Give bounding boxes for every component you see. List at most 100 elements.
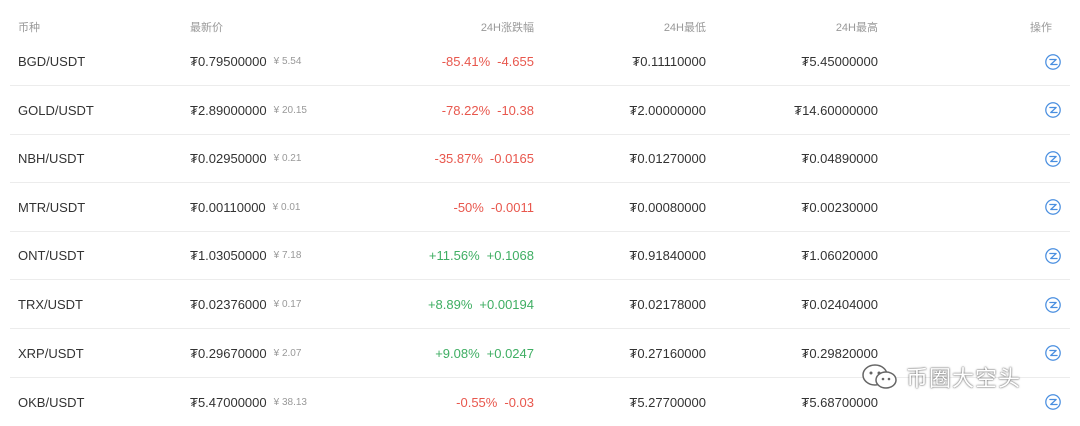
symbol-cell: XRP/USDT [18,330,84,377]
low-text: ₮5.27700000 [629,394,706,410]
change-pct-text: -78.22% [441,102,491,118]
low-text: ₮0.11110000 [632,54,706,69]
high-text: ₮14.60000000 [794,102,878,118]
table-row[interactable]: NBH/USDT ₮0.02950000 ¥ 0.21 -35.87% -0.0… [10,135,1070,184]
table-row[interactable]: OKB/USDT ₮5.47000000 ¥ 38.13 -0.55% -0.0… [10,378,1070,426]
change-cell: +9.08% +0.0247 [435,330,534,377]
symbol-cell: GOLD/USDT [18,87,94,134]
price-cell: ₮0.02950000 ¥ 0.21 [190,135,301,182]
change-pct-text: +8.89% [427,297,473,312]
trade-icon[interactable] [1044,296,1062,314]
low-text: ₮0.01270000 [629,151,706,167]
high-cell: ₮0.04890000 [801,135,878,182]
low-text: ₮0.91840000 [629,248,706,264]
price-cell: ₮0.02376000 ¥ 0.17 [190,281,301,328]
header-low: 24H最低 [663,22,706,34]
high-cell: ₮0.29820000 [801,330,878,377]
header-symbol: 币种 [18,22,40,34]
change-abs-text: -4.655 [497,54,534,69]
low-cell: ₮0.02178000 [629,281,706,328]
change-abs-text: -0.03 [504,394,534,410]
price-cell: ₮0.00110000 ¥ 0.01 [190,184,300,231]
low-text: ₮0.02178000 [629,297,706,312]
symbol-cell: NBH/USDT [18,135,84,182]
trade-icon[interactable] [1044,53,1062,71]
low-cell: ₮0.01270000 [629,135,706,182]
action-cell[interactable] [1044,135,1062,182]
change-cell: -0.55% -0.03 [456,378,534,426]
symbol-cell: BGD/USDT [18,38,85,85]
header-price: 最新价 [190,22,223,34]
price-text: ₮0.02950000 [190,151,267,167]
symbol-text: BGD/USDT [18,54,86,69]
price-cell: ₮0.29670000 ¥ 2.07 [190,330,301,377]
action-cell[interactable] [1044,87,1062,134]
high-cell: ₮5.45000000 [801,38,878,85]
high-cell: ₮0.00230000 [801,184,878,231]
change-pct-text: -50% [453,199,484,215]
change-cell: -85.41% -4.655 [442,38,534,85]
trade-icon[interactable] [1044,198,1062,216]
high-text: ₮0.00230000 [801,199,878,215]
low-text: ₮0.27160000 [629,345,706,361]
low-cell: ₮0.27160000 [629,330,706,377]
market-table: 币种 最新价 24H涨跌幅 24H最低 24H最高 操作 BGD/USDT ₮0… [0,0,1080,426]
table-row[interactable]: TRX/USDT ₮0.02376000 ¥ 0.17 +8.89% +0.00… [10,281,1070,329]
price-text: ₮2.89000000 [190,102,267,118]
table-row[interactable]: MTR/USDT ₮0.00110000 ¥ 0.01 -50% -0.0011… [10,184,1070,232]
action-cell[interactable] [1044,232,1062,279]
header-action: 操作 [1030,22,1052,34]
trade-icon[interactable] [1044,393,1062,411]
cny-price-text: ¥ 2.07 [273,347,302,359]
trade-icon[interactable] [1044,344,1062,362]
price-cell: ₮1.03050000 ¥ 7.18 [190,232,301,279]
cny-price-text: ¥ 0.01 [272,201,301,213]
high-text: ₮1.06020000 [801,248,878,264]
trade-icon[interactable] [1044,247,1062,265]
symbol-text: XRP/USDT [18,345,84,361]
table-row[interactable]: GOLD/USDT ₮2.89000000 ¥ 20.15 -78.22% -1… [10,87,1070,135]
symbol-text: ONT/USDT [18,248,85,264]
high-cell: ₮0.02404000 [801,281,878,328]
trade-icon[interactable] [1044,150,1062,168]
price-text: ₮0.79500000 [190,54,267,69]
table-row[interactable]: XRP/USDT ₮0.29670000 ¥ 2.07 +9.08% +0.02… [10,330,1070,378]
symbol-text: MTR/USDT [18,199,86,215]
change-abs-text: -0.0011 [490,199,534,215]
price-cell: ₮0.79500000 ¥ 5.54 [190,38,301,85]
change-cell: -50% -0.0011 [454,184,535,231]
trade-icon[interactable] [1044,101,1062,119]
price-text: ₮0.00110000 [190,199,266,215]
change-abs-text: +0.00194 [479,297,534,312]
action-cell[interactable] [1044,330,1062,377]
high-cell: ₮5.68700000 [801,378,878,426]
change-cell: -78.22% -10.38 [442,87,534,134]
change-cell: +11.56% +0.1068 [429,232,534,279]
low-text: ₮2.00000000 [629,102,706,118]
price-text: ₮0.29670000 [190,345,267,361]
high-cell: ₮14.60000000 [794,87,878,134]
action-cell[interactable] [1044,281,1062,328]
table-row[interactable]: ONT/USDT ₮1.03050000 ¥ 7.18 +11.56% +0.1… [10,232,1070,281]
low-cell: ₮2.00000000 [629,87,706,134]
change-cell: -35.87% -0.0165 [434,135,534,182]
cny-price-text: ¥ 0.17 [273,299,302,310]
change-abs-text: -0.0165 [489,151,534,167]
cny-price-text: ¥ 5.54 [273,56,302,67]
action-cell[interactable] [1044,38,1062,85]
action-cell[interactable] [1044,184,1062,231]
change-cell: +8.89% +0.00194 [428,281,534,328]
header-high: 24H最高 [835,22,878,34]
low-cell: ₮0.91840000 [629,232,706,279]
action-cell[interactable] [1044,378,1062,426]
change-pct-text: -35.87% [434,151,483,167]
change-abs-text: +0.1068 [486,248,534,264]
low-text: ₮0.00080000 [629,199,706,215]
change-pct-text: +11.56% [428,248,480,264]
high-text: ₮5.45000000 [801,54,878,69]
low-cell: ₮5.27700000 [629,378,706,426]
price-text: ₮1.03050000 [190,248,267,264]
low-cell: ₮0.00080000 [629,184,706,231]
change-pct-text: -85.41% [441,54,491,69]
table-row[interactable]: BGD/USDT ₮0.79500000 ¥ 5.54 -85.41% -4.6… [10,38,1070,86]
